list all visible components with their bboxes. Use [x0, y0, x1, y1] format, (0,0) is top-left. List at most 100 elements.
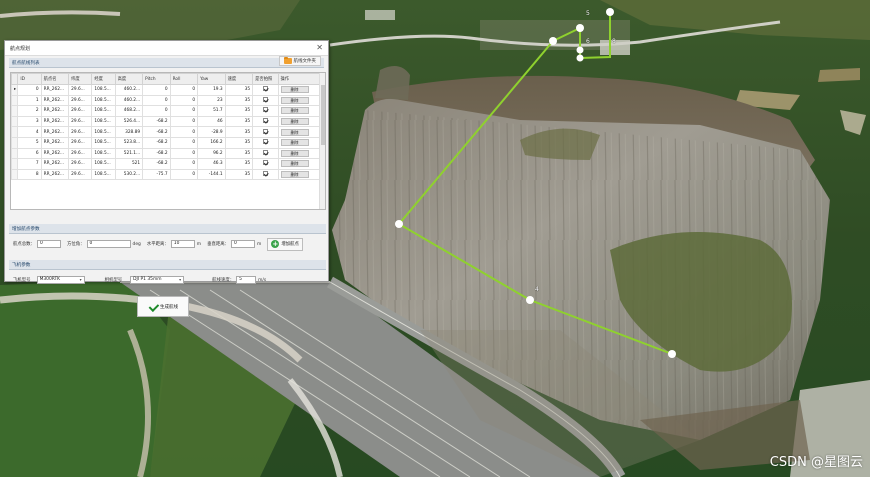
column-header[interactable]: 是否拍照 — [252, 73, 279, 85]
table-cell-pitch: 0 — [142, 84, 171, 96]
table-cell-yaw: 23 — [197, 94, 226, 107]
watermark: CSDN @星图云 — [769, 455, 863, 470]
column-header[interactable]: ID — [17, 73, 42, 85]
delete-button[interactable]: 删除 — [280, 86, 309, 94]
table-row[interactable]: 4 RR_262... 29.6... 108.5... 328.89 -68.2 0 -28… — [11, 126, 322, 138]
table-cell-op[interactable]: 删除 — [277, 105, 322, 117]
table-cell-lat: 29.6... — [68, 158, 93, 170]
photo-checkbox[interactable] — [262, 96, 268, 102]
table-cell-pitch: -68.2 — [142, 136, 171, 149]
delete-button[interactable]: 删除 — [280, 96, 309, 104]
table-cell-photo[interactable] — [252, 84, 279, 96]
column-header[interactable]: Pitch — [142, 73, 171, 85]
table-cell-id: 6 — [17, 147, 42, 160]
table-cell-name: RR_262... — [40, 168, 70, 181]
table-cell-lng: 108.5... — [91, 147, 116, 160]
vertical-distance-input[interactable]: 0 — [231, 240, 256, 248]
table-cell-id: 2 — [17, 105, 42, 117]
route-folder-button[interactable]: 航线文件夹 — [278, 56, 321, 66]
table-row[interactable]: ▸ 0 RR_262... 29.6... 108.5... 460.2... 0 0 19.3… — [11, 84, 322, 96]
delete-button[interactable]: 删除 — [280, 160, 309, 168]
table-cell-op[interactable]: 删除 — [277, 168, 322, 181]
close-icon[interactable]: ✕ — [316, 44, 323, 52]
photo-checkbox[interactable] — [262, 171, 268, 177]
table-cell-lng: 108.5... — [91, 168, 116, 181]
table-cell-photo[interactable] — [252, 168, 279, 181]
table-cell-alt: 523.8... — [114, 136, 144, 149]
table-cell-photo[interactable] — [252, 115, 279, 128]
delete-button[interactable]: 删除 — [280, 107, 309, 115]
route-speed-input[interactable]: 5 — [236, 276, 257, 284]
delete-button[interactable]: 删除 — [280, 171, 309, 179]
waypoint-count-input[interactable]: 0 — [36, 240, 61, 248]
table-cell-roll: 0 — [169, 168, 199, 181]
route-speed-label: 航线速度： — [212, 278, 235, 283]
waypoint-table[interactable]: ID 航点名 纬度 经度 高度 Pitch Roll Yaw 速度 是否拍照 操… — [10, 72, 326, 210]
table-cell-yaw: 46 — [197, 115, 226, 128]
table-cell-op[interactable]: 删除 — [277, 158, 322, 170]
horizontal-distance-input[interactable]: 10 — [170, 240, 195, 248]
table-row[interactable]: 5 RR_262... 29.6... 108.5... 523.8... -68.2 0 1… — [11, 136, 322, 149]
table-cell-speed: 35 — [224, 158, 254, 170]
table-cell-photo[interactable] — [252, 147, 279, 160]
delete-button[interactable]: 删除 — [280, 139, 309, 147]
generate-route-label: 生成航线 — [160, 304, 178, 310]
table-cell-roll: 0 — [169, 126, 199, 138]
table-cell-pitch: 0 — [142, 105, 171, 117]
table-cell-pitch: 0 — [142, 94, 171, 107]
column-header[interactable]: 纬度 — [68, 73, 93, 85]
table-cell-yaw: 19.3 — [197, 84, 226, 96]
delete-button[interactable]: 删除 — [280, 128, 309, 136]
photo-checkbox[interactable] — [262, 128, 268, 134]
camera-select[interactable]: DJI P1 35mm ▾ — [130, 276, 185, 284]
table-row[interactable]: 2 RR_262... 29.6... 108.5... 468.2... 0 0 51.7 3… — [11, 105, 322, 117]
photo-checkbox[interactable] — [262, 139, 268, 145]
table-row[interactable]: 1 RR_262... 29.6... 108.5... 460.2... 0 0 23 35 删… — [11, 94, 322, 107]
column-header[interactable]: Yaw — [197, 73, 226, 85]
column-header[interactable]: Roll — [169, 73, 199, 85]
plus-icon: + — [271, 240, 280, 248]
column-header[interactable]: 经度 — [91, 73, 116, 85]
photo-checkbox[interactable] — [262, 86, 268, 92]
azimuth-input[interactable]: 0 — [86, 240, 131, 248]
table-cell-name: RR_262... — [40, 147, 70, 160]
add-waypoint-button[interactable]: + 增加航点 — [267, 237, 303, 251]
table-row[interactable]: 8 RR_262... 29.6... 108.5... 530.2... -75.7 0-… — [11, 168, 322, 181]
dialog-titlebar[interactable]: 航点规划 ✕ — [5, 41, 328, 56]
table-cell-photo[interactable] — [252, 126, 279, 138]
table-row[interactable]: 6 RR_262... 29.6... 108.5... 521.1... -68.2 0 9… — [11, 147, 322, 160]
table-cell-photo[interactable] — [252, 158, 279, 170]
route-planning-dialog: 航点规划 ✕ 航点航线列表 航线文件夹 ID 航点名 纬度 经度 高度 Pitc… — [4, 40, 329, 317]
generate-route-button[interactable]: 生成航线 — [137, 296, 189, 317]
column-header[interactable]: 操作 — [277, 73, 322, 85]
scrollbar-thumb[interactable] — [321, 85, 325, 145]
add-waypoint-section: 增加航点参数 航点总数： 0 方位角： 0 deg 水平距离： 10 m 垂直距… — [9, 224, 326, 254]
table-cell-op[interactable]: 删除 — [277, 84, 322, 96]
table-cell-lat: 29.6... — [68, 105, 93, 117]
column-header[interactable]: 航点名 — [40, 73, 70, 85]
table-cell-op[interactable]: 删除 — [277, 147, 322, 160]
column-header[interactable]: 高度 — [114, 73, 144, 85]
table-cell-op[interactable]: 删除 — [277, 136, 322, 149]
table-cell-op[interactable]: 删除 — [277, 115, 322, 128]
aircraft-select[interactable]: M300RTK ▾ — [36, 276, 85, 284]
table-cell-photo[interactable] — [252, 105, 279, 117]
photo-checkbox[interactable] — [262, 107, 268, 113]
table-cell-name: RR_262... — [40, 94, 70, 107]
delete-button[interactable]: 删除 — [280, 118, 309, 126]
photo-checkbox[interactable] — [262, 118, 268, 124]
table-cell-photo[interactable] — [252, 136, 279, 149]
table-cell-roll: 0 — [169, 136, 199, 149]
table-cell-op[interactable]: 删除 — [277, 94, 322, 107]
table-cell-photo[interactable] — [252, 94, 279, 107]
photo-checkbox[interactable] — [262, 160, 268, 166]
table-cell-op[interactable]: 删除 — [277, 126, 322, 138]
table-row[interactable]: 3 RR_262... 29.6... 108.5... 526.4... -68.2 0 4… — [11, 115, 322, 128]
column-header[interactable]: 速度 — [224, 73, 254, 85]
table-scrollbar[interactable] — [319, 73, 325, 209]
table-cell-pitch: -68.2 — [142, 115, 171, 128]
photo-checkbox[interactable] — [262, 149, 268, 155]
aircraft-section-label: 飞机参数 — [12, 262, 31, 268]
table-row[interactable]: 7 RR_262... 29.6... 108.5... 521 -68.2 0 46.3 35… — [11, 158, 322, 170]
delete-button[interactable]: 删除 — [280, 149, 309, 157]
